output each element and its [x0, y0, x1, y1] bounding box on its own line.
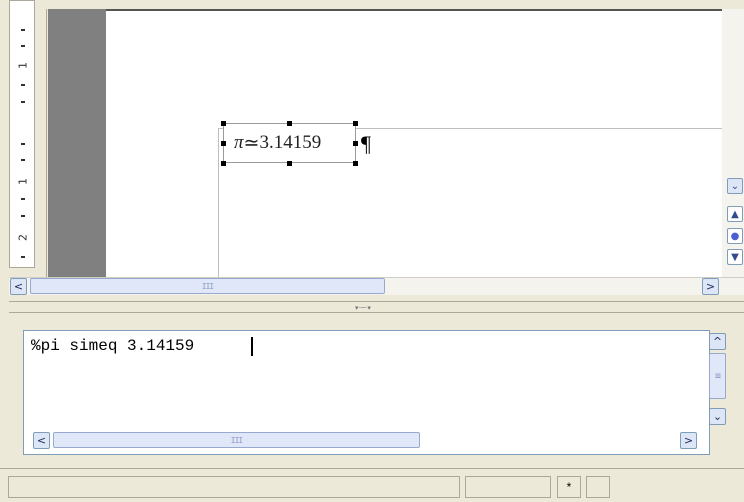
- ruler-label: 1: [16, 62, 30, 69]
- page-border: [106, 9, 722, 11]
- selection-handle[interactable]: [287, 121, 292, 126]
- scroll-down-button[interactable]: ⌄: [727, 178, 743, 194]
- modified-indicator[interactable]: *: [557, 476, 581, 498]
- selection-handle[interactable]: [353, 141, 358, 146]
- selection-handle[interactable]: [221, 161, 226, 166]
- previous-object-button[interactable]: ▲: [727, 206, 743, 222]
- command-scroll-right-button[interactable]: >: [680, 432, 697, 449]
- scroll-left-button[interactable]: <: [10, 278, 27, 295]
- selection-handle[interactable]: [287, 161, 292, 166]
- status-field: [465, 476, 551, 498]
- status-field: [586, 476, 610, 498]
- splitter-grip[interactable]: ▾ ······ ▾: [355, 304, 405, 312]
- navigation-button[interactable]: ●: [727, 228, 743, 244]
- formula-relation: ≃: [243, 132, 260, 154]
- ruler-tick: [21, 159, 25, 161]
- page-margin-area: [48, 9, 106, 277]
- text-cursor: [251, 337, 253, 356]
- scroll-right-button[interactable]: >: [702, 278, 719, 295]
- selection-handle[interactable]: [353, 161, 358, 166]
- selection-handle[interactable]: [221, 141, 226, 146]
- selection-handle[interactable]: [221, 121, 226, 126]
- ruler-tick: [21, 29, 25, 31]
- ruler-tick: [21, 143, 25, 145]
- scroll-thumb[interactable]: III: [30, 278, 385, 294]
- formula-symbol: π: [234, 132, 244, 153]
- ruler-tick: [21, 45, 25, 47]
- formula-object[interactable]: π ≃ 3.14159: [223, 123, 356, 163]
- next-object-button[interactable]: ▼: [727, 249, 743, 265]
- command-scroll-up-button[interactable]: ^: [709, 333, 726, 350]
- ruler-tick: [21, 256, 25, 258]
- ruler-label: 1: [16, 178, 30, 185]
- ruler-track: 1 1 2: [9, 0, 35, 268]
- paragraph-mark: ¶: [361, 131, 371, 156]
- formula-command-text[interactable]: %pi simeq 3.14159: [31, 337, 194, 355]
- command-scroll-down-button[interactable]: ⌄: [709, 408, 726, 425]
- ruler-tick: [21, 198, 25, 200]
- status-field: [8, 476, 460, 498]
- command-hscroll-thumb[interactable]: III: [53, 432, 420, 448]
- ruler-tick: [21, 101, 25, 103]
- formula-value: 3.14159: [259, 132, 322, 153]
- ruler-label: 2: [16, 234, 30, 241]
- selection-handle[interactable]: [353, 121, 358, 126]
- command-vscroll-thumb[interactable]: ≡: [709, 353, 726, 399]
- command-scroll-left-button[interactable]: <: [33, 432, 50, 449]
- ruler-tick: [21, 215, 25, 217]
- ruler-tick: [21, 84, 25, 86]
